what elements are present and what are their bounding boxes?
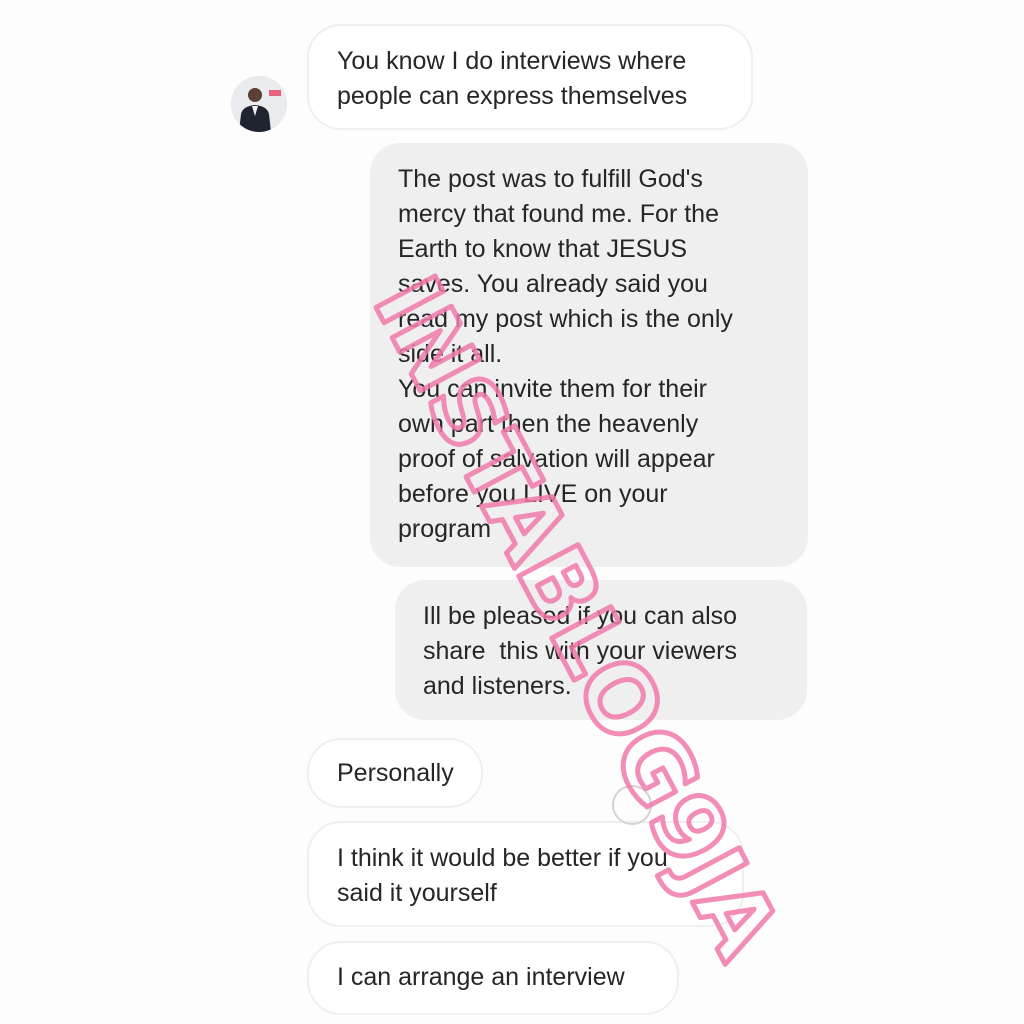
message-bubble-incoming[interactable]: I can arrange an interview (307, 941, 679, 1015)
reaction-circle-icon (612, 785, 652, 825)
message-bubble-incoming[interactable]: Personally (307, 738, 483, 808)
message-bubble-incoming[interactable]: You know I do interviews where people ca… (307, 24, 753, 130)
message-bubble-incoming[interactable]: I think it would be better if you said i… (307, 821, 744, 927)
message-bubble-outgoing[interactable]: Ill be pleased if you can also share thi… (395, 580, 807, 720)
message-thread: You know I do interviews where people ca… (0, 0, 1024, 1024)
avatar-photo-icon (231, 76, 287, 132)
dm-screenshot: You know I do interviews where people ca… (0, 0, 1024, 1024)
message-bubble-outgoing[interactable]: The post was to fulfill God's mercy that… (370, 143, 808, 567)
contact-avatar[interactable] (231, 76, 287, 132)
